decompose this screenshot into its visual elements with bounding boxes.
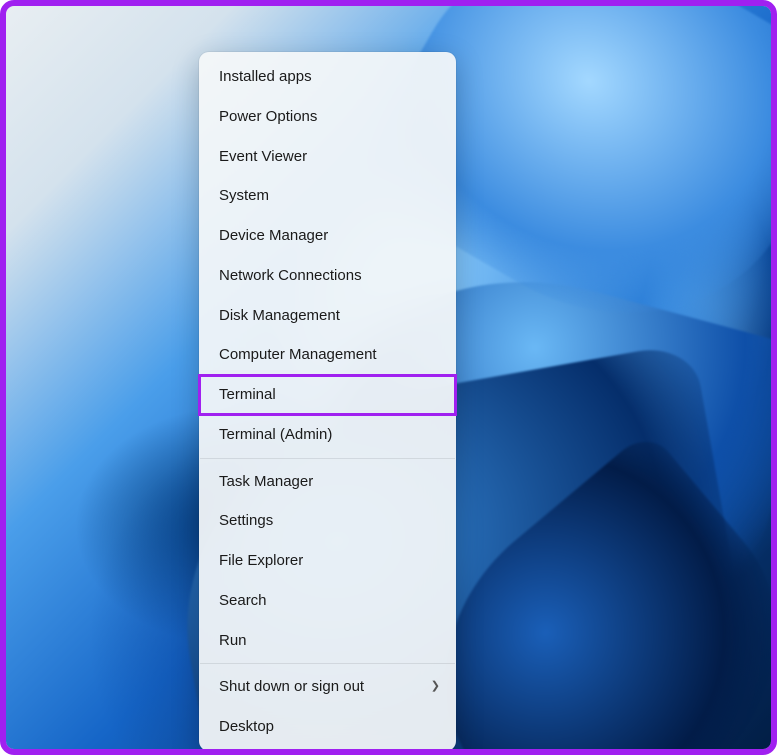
menu-item-file-explorer[interactable]: File Explorer [199, 541, 456, 581]
menu-item-label: Computer Management [219, 344, 377, 366]
menu-item-shutdown-signout[interactable]: Shut down or sign out ❯ [199, 667, 456, 707]
menu-item-label: Device Manager [219, 225, 328, 247]
menu-item-label: Disk Management [219, 305, 340, 327]
menu-item-system[interactable]: System [199, 176, 456, 216]
menu-item-search[interactable]: Search [199, 581, 456, 621]
menu-item-terminal[interactable]: Terminal [199, 375, 456, 415]
menu-item-task-manager[interactable]: Task Manager [199, 462, 456, 502]
menu-item-label: Desktop [219, 716, 274, 738]
menu-item-event-viewer[interactable]: Event Viewer [199, 137, 456, 177]
menu-item-label: Terminal (Admin) [219, 424, 332, 446]
menu-item-label: Settings [219, 510, 273, 532]
menu-item-label: Power Options [219, 106, 317, 128]
chevron-right-icon: ❯ [431, 679, 440, 695]
menu-item-label: Terminal [219, 384, 276, 406]
menu-item-installed-apps[interactable]: Installed apps [199, 57, 456, 97]
menu-item-computer-management[interactable]: Computer Management [199, 335, 456, 375]
winx-context-menu: Installed apps Power Options Event Viewe… [199, 52, 456, 751]
menu-item-label: Shut down or sign out [219, 676, 364, 698]
menu-item-desktop[interactable]: Desktop [199, 707, 456, 747]
menu-item-label: System [219, 185, 269, 207]
menu-item-label: Event Viewer [219, 146, 307, 168]
menu-item-label: Installed apps [219, 66, 312, 88]
menu-item-label: Task Manager [219, 471, 313, 493]
menu-item-label: Network Connections [219, 265, 362, 287]
menu-separator [200, 458, 455, 459]
menu-item-terminal-admin[interactable]: Terminal (Admin) [199, 415, 456, 455]
menu-item-device-manager[interactable]: Device Manager [199, 216, 456, 256]
menu-separator [200, 663, 455, 664]
menu-item-disk-management[interactable]: Disk Management [199, 296, 456, 336]
menu-item-run[interactable]: Run [199, 621, 456, 661]
menu-item-label: Run [219, 630, 247, 652]
menu-item-label: File Explorer [219, 550, 303, 572]
menu-item-label: Search [219, 590, 267, 612]
menu-item-settings[interactable]: Settings [199, 501, 456, 541]
menu-item-power-options[interactable]: Power Options [199, 97, 456, 137]
menu-item-network-connections[interactable]: Network Connections [199, 256, 456, 296]
